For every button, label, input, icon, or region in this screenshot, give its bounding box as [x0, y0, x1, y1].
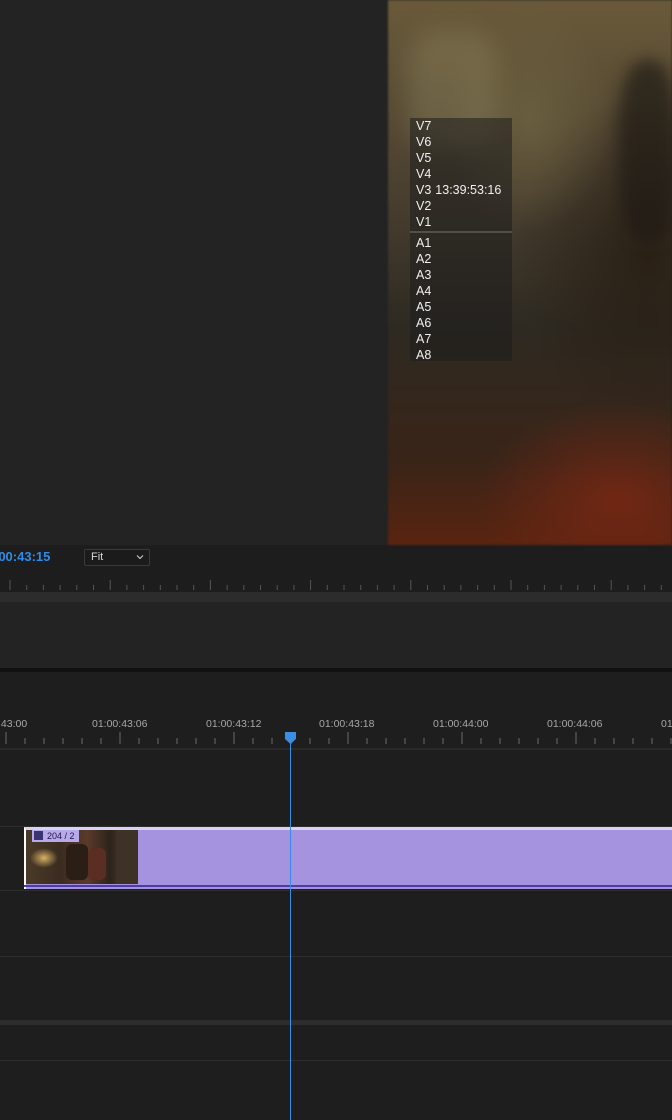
ruler-label: 01:00:43:06 [92, 718, 148, 730]
ruler-label: 01:00:44:06 [547, 718, 603, 730]
overlay-divider [410, 231, 512, 233]
monitor-mini-ruler[interactable] [0, 578, 672, 592]
thumbnail-doorway [116, 830, 138, 884]
chevron-down-icon [136, 555, 144, 560]
overlay-track-v1: V1 [416, 215, 432, 229]
ruler-label: 01:00:44:00 [433, 718, 489, 730]
ruler-label: 01 [661, 718, 672, 730]
monitor-zoom-scrollbar[interactable] [0, 592, 672, 602]
clip-label: 204 / 2 [32, 830, 79, 842]
video-shadow [618, 60, 672, 240]
overlay-track-a5: A5 [416, 300, 432, 314]
playhead-timecode[interactable]: :00:43:15 [0, 549, 50, 564]
monitor-controls-area [0, 602, 672, 668]
clip-bottom-edge [24, 885, 672, 887]
overlay-track-a8: A8 [416, 348, 432, 362]
track-timecode-overlay: V7 V6 V5 V4 V3 13:39:53:16 V2 V1 A1 A2 A3… [410, 118, 512, 362]
video-audio-divider[interactable] [0, 1020, 672, 1025]
overlay-track-a7: A7 [416, 332, 432, 346]
ruler-baseline [0, 748, 672, 750]
ruler-ticks [5, 732, 672, 744]
playhead-line[interactable] [290, 732, 291, 1120]
overlay-track-v4: V4 [416, 167, 432, 181]
playhead-handle-icon[interactable] [285, 732, 296, 744]
thumbnail-figure [66, 844, 88, 880]
track-divider [0, 1060, 672, 1061]
overlay-track-a6: A6 [416, 316, 432, 330]
overlay-source-timecode: 13:39:53:16 [435, 183, 502, 197]
ruler-label: :43:00 [0, 718, 28, 730]
track-divider [0, 956, 672, 957]
thumbnail-figure [88, 848, 106, 880]
ruler-label: 01:00:43:18 [319, 718, 375, 730]
zoom-level-value: Fit [91, 551, 104, 563]
timeline-time-ruler[interactable]: :43:00 01:00:43:06 01:00:43:12 01:00:43:… [0, 712, 672, 748]
fx-icon [34, 831, 43, 840]
overlay-track-v3: V3 13:39:53:16 [416, 183, 502, 197]
overlay-track-a2: A2 [416, 252, 432, 266]
overlay-track-a4: A4 [416, 284, 432, 298]
zoom-level-select[interactable]: Fit [84, 549, 150, 566]
overlay-track-v5: V5 [416, 151, 432, 165]
ruler-label: 01:00:43:12 [206, 718, 262, 730]
clip-name: 204 / 2 [47, 831, 75, 841]
overlay-track-v2: V2 [416, 199, 432, 213]
overlay-track-a1: A1 [416, 236, 432, 250]
overlay-track-v7: V7 [416, 119, 432, 133]
overlay-track-v6: V6 [416, 135, 432, 149]
track-divider [0, 890, 672, 891]
overlay-track-a3: A3 [416, 268, 432, 282]
